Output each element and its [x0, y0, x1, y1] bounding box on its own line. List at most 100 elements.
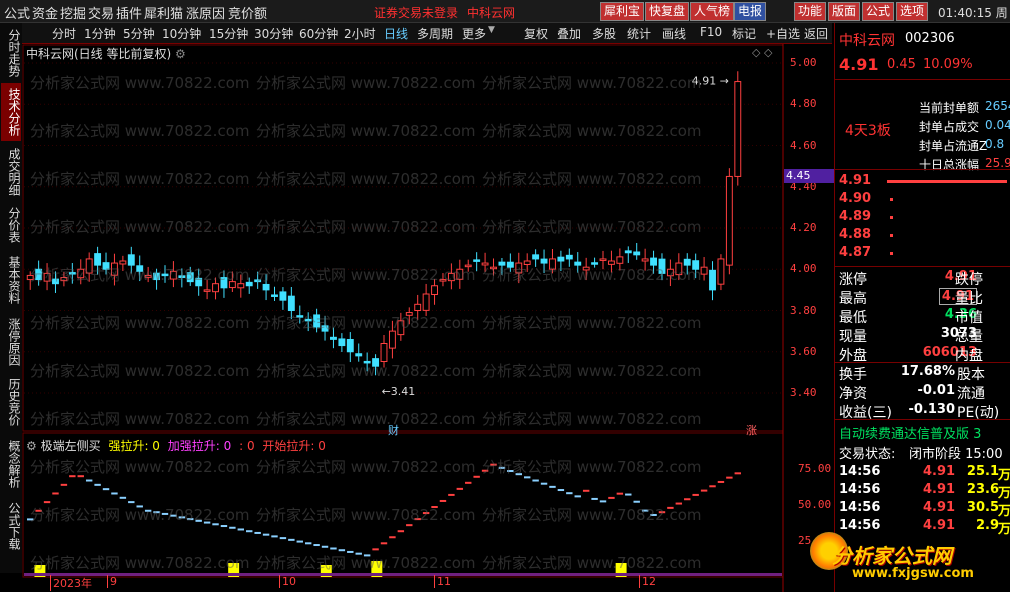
indicator-title: ⚙ 极端左侧买 强拉升: 0 加强拉升: 0 : 0 开始拉升: 0: [26, 437, 326, 454]
menu-trade[interactable]: 交易: [88, 3, 114, 22]
settings-icon[interactable]: ⚙: [175, 47, 186, 61]
kline-chart[interactable]: ←3.41 4.91 → 财 涨: [22, 44, 834, 592]
tick-time: 14:56: [839, 500, 881, 515]
tool-back[interactable]: 返回: [804, 25, 828, 42]
price-axis-label: 3.40: [790, 386, 817, 399]
tool-overlay[interactable]: 叠加: [557, 25, 581, 42]
candle-body: [523, 260, 531, 265]
candle-body: [456, 268, 464, 280]
stat-label: 最高: [839, 291, 867, 307]
candle-body: [271, 294, 278, 297]
candle-body: [599, 258, 607, 261]
period-2hour[interactable]: 2小时: [344, 25, 376, 42]
period-15min[interactable]: 15分钟: [209, 25, 248, 42]
period-timeshare[interactable]: 分时: [52, 25, 76, 42]
price-axis-label: 5.00: [790, 56, 817, 69]
left-tab-bar: 分时走势 技术分析 成交明细 分价表 基本资料 涨停原因 历史竞价 概念解析 公…: [0, 23, 23, 573]
diamond-icon[interactable]: ◇ ◇: [752, 46, 772, 59]
candle-body: [77, 268, 85, 279]
candle-body: [405, 312, 413, 316]
quick-formula-button[interactable]: 公式: [862, 2, 895, 21]
tick-volume: 30.5: [966, 500, 999, 515]
candle-body: [119, 260, 127, 265]
menu-mining[interactable]: 挖掘: [60, 3, 86, 22]
candle-body: [658, 258, 666, 274]
menu-limit-reason[interactable]: 涨原因: [186, 3, 225, 22]
left-tab-auction-history[interactable]: 历史竞价: [1, 373, 21, 431]
menu-plugins[interactable]: 插件: [116, 3, 142, 22]
period-60min[interactable]: 60分钟: [299, 25, 338, 42]
candle-body: [650, 257, 658, 266]
tick-time: 14:56: [839, 482, 881, 497]
menu-formula[interactable]: 公式: [4, 3, 30, 22]
settings-icon[interactable]: ⚙: [26, 439, 37, 453]
tool-adjust[interactable]: 复权: [524, 25, 548, 42]
candle-body: [709, 269, 716, 291]
site-logo: 分析家公式网 www.fxjgsw.com: [810, 530, 1010, 590]
current-price-tag: 4.45: [784, 169, 834, 183]
login-status[interactable]: 证券交易未登录: [374, 4, 458, 21]
candle-body: [532, 254, 540, 260]
period-5min[interactable]: 5分钟: [123, 25, 155, 42]
candle-body: [591, 262, 599, 265]
tool-multi-stock[interactable]: 多股: [592, 25, 616, 42]
left-tab-price-table[interactable]: 分价表: [1, 203, 21, 247]
menu-auction-amount[interactable]: 竞价额: [228, 3, 267, 22]
left-tab-concept[interactable]: 概念解析: [1, 435, 21, 493]
period-multi[interactable]: 多周期: [417, 25, 453, 42]
bid-volume-bar: [890, 198, 893, 201]
tool-draw-line[interactable]: 画线: [662, 25, 686, 42]
candle-body: [422, 293, 430, 311]
quick-function-button[interactable]: 功能: [794, 2, 827, 21]
indicator-param-start: 开始拉升: 0: [262, 439, 326, 453]
menu-funds[interactable]: 资金: [32, 3, 58, 22]
quick-layout-button[interactable]: 版面: [828, 2, 861, 21]
candle-body: [186, 272, 194, 283]
candle-body: [582, 266, 590, 271]
quick-popular-button[interactable]: 人气榜: [690, 2, 735, 21]
period-1min[interactable]: 1分钟: [84, 25, 116, 42]
menu-xilimao[interactable]: 犀利猫: [144, 3, 183, 22]
price-axis-label: 4.20: [790, 221, 817, 234]
candle-body: [431, 285, 438, 296]
quote-panel: 中科云网 002306 4.91 0.45 10.09% 4天3板 当前封单额 2…: [834, 23, 1010, 592]
indicator-baseline: [24, 573, 782, 576]
tool-f10[interactable]: F10: [700, 25, 722, 39]
logo-text: 分析家公式网: [832, 544, 952, 568]
status-value: 闭市阶段 15:00: [909, 447, 1003, 462]
tool-mark[interactable]: 标记: [732, 25, 756, 42]
bid-price: 4.88: [839, 227, 872, 242]
bid-volume-bar: [890, 234, 893, 237]
chevron-down-icon[interactable]: ▼: [488, 25, 495, 35]
left-tab-trade-detail[interactable]: 成交明细: [1, 143, 21, 201]
quick-xilibao-button[interactable]: 犀利宝: [600, 2, 645, 21]
month-label: 12: [639, 575, 656, 588]
tool-add-watchlist[interactable]: +自选: [766, 25, 800, 42]
period-30min[interactable]: 30分钟: [254, 25, 293, 42]
quick-review-button[interactable]: 快复盘: [645, 2, 690, 21]
quick-options-button[interactable]: 选项: [896, 2, 929, 21]
candle-body: [734, 81, 742, 177]
period-more[interactable]: 更多: [462, 25, 486, 42]
news-ticker[interactable]: 自动续费通达信普及版 3: [839, 423, 981, 442]
candle-body: [549, 258, 556, 270]
indicator-axis-label: 50.00: [798, 498, 832, 511]
period-10min[interactable]: 10分钟: [162, 25, 201, 42]
bid-volume-bar: [890, 216, 893, 219]
seal-value: 25.9: [985, 156, 1010, 170]
month-label: 2023年: [50, 575, 92, 591]
period-daily[interactable]: 日线: [384, 25, 408, 42]
candle-body: [439, 279, 447, 282]
tool-statistics[interactable]: 统计: [627, 25, 651, 42]
candle-body: [616, 256, 624, 264]
candle-body: [279, 291, 287, 301]
limit-up-marker: 涨: [746, 424, 757, 437]
left-tab-formula-download[interactable]: 公式下载: [1, 497, 21, 555]
candle-body: [498, 261, 506, 266]
left-tab-timeshare[interactable]: 分时走势: [1, 25, 21, 81]
candle-body: [338, 338, 346, 347]
left-tab-technical[interactable]: 技术分析: [1, 83, 21, 141]
left-tab-limit-reason[interactable]: 涨停原因: [1, 313, 21, 371]
quick-telegraph-button[interactable]: 电报: [734, 2, 767, 21]
left-tab-basic-info[interactable]: 基本资料: [1, 251, 21, 309]
